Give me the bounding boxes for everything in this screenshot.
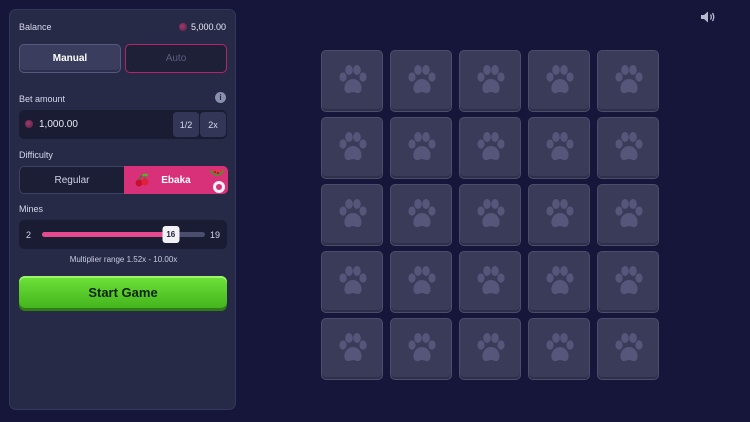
grid-tile[interactable]: [459, 251, 521, 313]
paw-icon: [615, 65, 643, 94]
mines-max: 19: [209, 230, 220, 240]
grid-tile[interactable]: [390, 184, 452, 246]
grid-tile[interactable]: [321, 318, 383, 380]
grid-tile[interactable]: [459, 117, 521, 179]
difficulty-ebaka-button[interactable]: Ebaka: [124, 166, 228, 194]
paw-icon: [477, 199, 505, 228]
mines-slider-field: 2 16 19: [19, 220, 227, 249]
grid-tile[interactable]: [390, 318, 452, 380]
mines-min: 2: [26, 230, 32, 240]
grid-tile[interactable]: [528, 318, 590, 380]
balance-row: Balance 5,000.00: [19, 22, 226, 36]
grid-tile[interactable]: [528, 251, 590, 313]
grid-tile[interactable]: [459, 50, 521, 112]
mines-label: Mines: [19, 204, 44, 214]
paw-icon: [615, 266, 643, 295]
difficulty-label: Difficulty: [19, 150, 53, 160]
grid-tile[interactable]: [321, 184, 383, 246]
balance-value: 5,000.00: [190, 22, 226, 32]
paw-icon: [546, 199, 574, 228]
grid-tile[interactable]: [528, 50, 590, 112]
double-bet-button[interactable]: 2x: [200, 112, 226, 137]
grid-tile[interactable]: [390, 50, 452, 112]
paw-icon: [339, 266, 367, 295]
paw-icon: [477, 132, 505, 161]
speaker-icon[interactable]: [700, 10, 716, 24]
grid-tile[interactable]: [597, 318, 659, 380]
paw-icon: [408, 132, 436, 161]
paw-icon: [339, 199, 367, 228]
mines-slider-fill: [42, 232, 171, 237]
half-bet-button[interactable]: 1/2: [173, 112, 199, 137]
paw-icon: [615, 333, 643, 362]
grid-tile[interactable]: [390, 251, 452, 313]
balance-label: Balance: [19, 22, 52, 32]
grid-tile[interactable]: [459, 184, 521, 246]
mines-slider-thumb[interactable]: 16: [162, 226, 180, 243]
manual-tab[interactable]: Manual: [19, 44, 121, 73]
paw-icon: [546, 132, 574, 161]
difficulty-regular-button[interactable]: Regular: [20, 167, 124, 193]
info-icon[interactable]: i: [215, 92, 226, 103]
mines-grid: [321, 50, 661, 381]
paw-icon: [615, 132, 643, 161]
mode-toggle: Manual Auto: [19, 44, 227, 74]
grid-tile[interactable]: [321, 251, 383, 313]
difficulty-ebaka-label: Ebaka: [161, 174, 191, 186]
bet-amount-input[interactable]: 1,000.00: [39, 110, 78, 139]
difficulty-toggle: Regular Ebaka: [19, 166, 228, 194]
grid-tile[interactable]: [321, 50, 383, 112]
bet-amount-field: 1,000.00 1/2 2x: [19, 110, 227, 139]
mines-slider-track[interactable]: 16: [42, 226, 205, 243]
start-game-button[interactable]: Start Game: [19, 276, 227, 308]
paw-icon: [408, 199, 436, 228]
paw-icon: [477, 266, 505, 295]
grid-tile[interactable]: [321, 117, 383, 179]
grid-tile[interactable]: [528, 184, 590, 246]
paw-icon: [408, 333, 436, 362]
multiplier-range: Multiplier range 1.52x - 10.00x: [69, 255, 178, 264]
paw-icon: [408, 65, 436, 94]
grid-tile[interactable]: [390, 117, 452, 179]
grid-tile[interactable]: [597, 251, 659, 313]
paw-icon: [339, 333, 367, 362]
paw-icon: [408, 266, 436, 295]
bet-amount-label: Bet amount: [19, 94, 66, 104]
watermelon-icon: [209, 170, 225, 176]
grid-tile[interactable]: [528, 117, 590, 179]
cherry-icon: [135, 173, 149, 187]
coin-icon: [25, 120, 33, 128]
balance-value-wrap: 5,000.00: [178, 22, 226, 32]
grid-tile[interactable]: [597, 117, 659, 179]
paw-icon: [339, 132, 367, 161]
slot-badge-icon: [213, 181, 225, 193]
paw-icon: [477, 333, 505, 362]
grid-tile[interactable]: [459, 318, 521, 380]
paw-icon: [477, 65, 505, 94]
coin-icon: [178, 23, 187, 31]
controls-panel: Balance 5,000.00 Manual Auto Bet amount …: [9, 9, 236, 410]
auto-tab[interactable]: Auto: [125, 44, 227, 73]
grid-tile[interactable]: [597, 184, 659, 246]
paw-icon: [546, 266, 574, 295]
paw-icon: [546, 65, 574, 94]
paw-icon: [546, 333, 574, 362]
grid-tile[interactable]: [597, 50, 659, 112]
paw-icon: [339, 65, 367, 94]
paw-icon: [615, 199, 643, 228]
